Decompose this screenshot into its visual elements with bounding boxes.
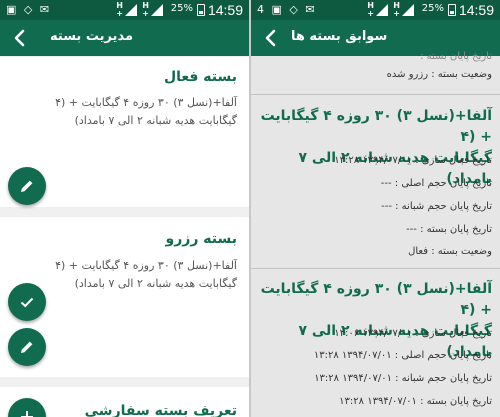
title-line-1: آلفا+(نسل ۳) ۳۰ روزه ۴ گیگابایت + (۴ — [260, 108, 492, 145]
signal-icon — [376, 4, 388, 16]
description-line-2: گیگابایت هدیه شبانه ۲ الی ۷ بامداد) — [74, 277, 237, 290]
clock: 14:59 — [207, 2, 243, 18]
history-row: تاریخ پایان حجم شبانه : ۱۳۹۴/۰۷/۰۱ ۱۳:۲۸ — [314, 373, 492, 384]
history-row: تاریخ فعال سازی : ۱۳۹۴/۰۷/۰۱ ۱۲:۰۶ — [334, 328, 492, 339]
history-row: وضعیت بسته : فعال — [408, 246, 492, 257]
history-row: تاریخ پایان بسته : ۱۳۹۴/۰۷/۰۱ ۱۳:۲۸ — [339, 396, 492, 407]
add-button[interactable] — [8, 398, 46, 417]
battery-percent: 25% — [421, 3, 444, 14]
pencil-icon — [21, 180, 33, 192]
history-row: تاریخ پایان حجم اصلی : --- — [380, 178, 492, 189]
battery-percent: 25% — [170, 3, 193, 14]
app-bar: مدیریت بسته — [0, 20, 249, 56]
page-title: سوابق بسته ها — [291, 29, 388, 44]
battery-icon — [448, 4, 456, 16]
notification-icons: 4 ▣ ◇ ✉ — [257, 3, 317, 16]
back-arrow-icon[interactable] — [259, 26, 283, 50]
edit-button-2[interactable] — [8, 328, 46, 366]
title-line-1: آلفا+(نسل ۳) ۳۰ روزه ۴ گیگابایت + (۴ — [260, 281, 492, 318]
clock: 14:59 — [458, 2, 494, 18]
description-line-1: آلفا+(نسل ۳) ۳۰ روزه ۴ گیگابایت + (۴ — [55, 96, 237, 109]
signal-icon-2 — [151, 4, 163, 16]
back-arrow-icon[interactable] — [8, 26, 32, 50]
history-row: تاریخ پایان حجم اصلی : ۱۳۹۴/۰۷/۰۱ ۱۳:۲۸ — [313, 350, 492, 361]
h-plus-icon: H + — [367, 1, 374, 18]
h-plus-icon-2: H + — [142, 1, 149, 18]
status-bar: 4 ▣ ◇ ✉ H + H + 25% 14:59 — [251, 0, 500, 20]
history-row: وضعیت بسته : رزرو شده — [386, 69, 492, 80]
signal-icon-2 — [402, 4, 414, 16]
card-title: بسته فعال — [163, 69, 237, 85]
edit-button[interactable] — [8, 167, 46, 205]
h-plus-icon: H + — [116, 1, 123, 18]
confirm-button[interactable] — [8, 283, 46, 321]
divider — [251, 94, 500, 95]
h-plus-icon-2: H + — [393, 1, 400, 18]
card-description: آلفا+(نسل ۳) ۳۰ روزه ۴ گیگابایت + (۴ گیگ… — [12, 257, 237, 293]
define-custom-package-card[interactable]: تعریف بسته سفارشی — [0, 387, 249, 417]
package-history-screen: 4 ▣ ◇ ✉ H + H + 25% 14:59 سوابق بسته ها تا… — [251, 0, 500, 417]
plus-icon — [21, 411, 33, 417]
history-row: تاریخ پایان بسته : — [420, 51, 492, 62]
battery-icon — [197, 4, 205, 16]
description-line-2: گیگابایت هدیه شبانه ۲ الی ۷ بامداد) — [74, 114, 237, 127]
signal-icon — [125, 4, 137, 16]
card-title: تعریف بسته سفارشی — [84, 403, 237, 417]
divider — [251, 268, 500, 269]
active-package-card: بسته فعال آلفا+(نسل ۳) ۳۰ روزه ۴ گیگابای… — [0, 57, 249, 207]
description-line-1: آلفا+(نسل ۳) ۳۰ روزه ۴ گیگابایت + (۴ — [55, 259, 237, 272]
check-icon — [20, 297, 34, 308]
status-bar: ▣ ◇ ✉ H + H + 25% 14:59 — [0, 0, 249, 20]
history-row: تاریخ پایان حجم شبانه : --- — [381, 201, 492, 212]
reserved-package-card: بسته رزرو آلفا+(نسل ۳) ۳۰ روزه ۴ گیگابای… — [0, 217, 249, 377]
card-title: بسته رزرو — [165, 231, 237, 247]
history-row: تاریخ فعال سازی : ۱۳۹۴/۰۷/۰۱ ۱۳:۲۸ — [334, 155, 492, 166]
history-row: تاریخ پایان بسته : --- — [406, 224, 492, 235]
package-management-screen: ▣ ◇ ✉ H + H + 25% 14:59 مدیریت بسته بسته ف… — [0, 0, 249, 417]
card-description: آلفا+(نسل ۳) ۳۰ روزه ۴ گیگابایت + (۴ گیگ… — [12, 94, 237, 130]
pencil-icon — [21, 341, 33, 353]
page-title: مدیریت بسته — [50, 29, 133, 44]
notification-icons: ▣ ◇ ✉ — [6, 3, 52, 16]
